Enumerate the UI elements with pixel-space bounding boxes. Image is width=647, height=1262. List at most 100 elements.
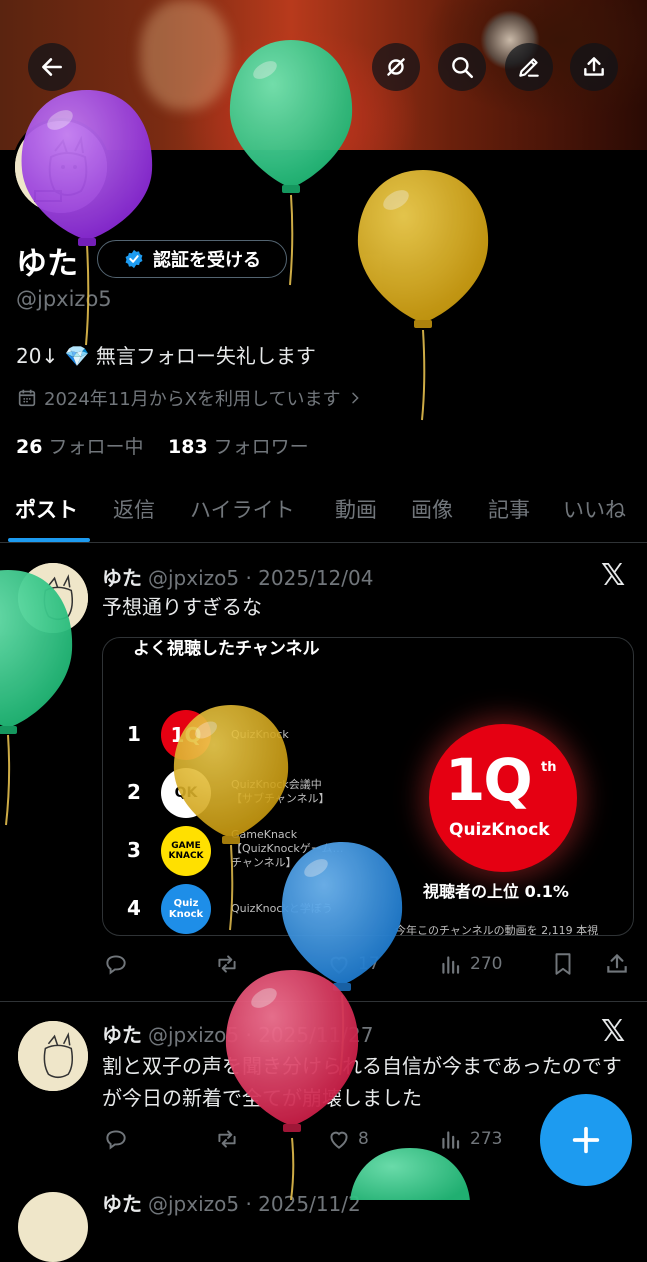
followers-count: 183	[168, 436, 208, 458]
card-title: よく視聴したチャンネル	[133, 639, 320, 659]
edit-button[interactable]	[505, 43, 553, 91]
x-logo-icon: 𝕏	[601, 558, 626, 593]
post-media-card[interactable]: よく視聴したチャンネル 1 1Q QuizKnock 2 QK QuizKnoc…	[102, 637, 634, 936]
no-translate-button[interactable]	[372, 43, 420, 91]
reply-button[interactable]	[103, 951, 129, 977]
share-post-button[interactable]	[604, 951, 630, 977]
logo-sub-text: QuizKnock	[449, 820, 550, 840]
post-author-name: ゆた	[102, 1192, 142, 1216]
views-icon	[442, 956, 460, 974]
logo-main-text: 1Q	[445, 746, 533, 814]
gameknack-logo-icon: GAME KNACK	[161, 826, 211, 876]
tab-replies[interactable]: 返信	[113, 494, 155, 524]
x-logo-icon: 𝕏	[601, 1014, 626, 1049]
cat-drawing-icon	[18, 1021, 88, 1091]
profile-bio: 20↓ 💎 無言フォロー失礼します	[16, 344, 316, 368]
quizknock-kaigi-logo-icon: QK	[161, 768, 211, 818]
channel-rank: 4	[127, 896, 141, 920]
share-icon	[584, 57, 604, 76]
balloon-yellow	[357, 170, 489, 421]
following-link[interactable]: 26 フォロー中	[16, 432, 143, 459]
profile-name: ゆた	[16, 246, 78, 282]
tab-likes[interactable]: いいね	[563, 494, 626, 524]
chevron-right-icon	[351, 392, 359, 404]
calendar-icon	[18, 389, 36, 407]
following-count: 26	[16, 436, 43, 458]
plus-icon	[572, 1126, 600, 1154]
views-button[interactable]: 270	[438, 951, 502, 977]
bookmark-button[interactable]	[550, 951, 576, 977]
post-avatar[interactable]	[18, 1192, 88, 1262]
repost-button[interactable]	[214, 1126, 240, 1152]
back-button[interactable]	[28, 43, 76, 91]
joined-label: 2024年11月からXを利用しています	[44, 389, 341, 410]
repost-icon	[218, 955, 236, 973]
reply-icon	[106, 1130, 126, 1150]
active-tab-indicator	[8, 538, 90, 542]
post-handle-date: @jpxizo5 · 2025/12/04	[148, 566, 374, 590]
banner-decoration	[140, 0, 230, 110]
profile-handle: @jpxizo5	[16, 287, 112, 311]
like-button[interactable]: 17	[326, 951, 380, 977]
bookmark-icon	[555, 953, 571, 975]
reply-icon	[106, 955, 126, 975]
channel-name: GameKnack 【QuizKnockゲーム… チャンネル】	[231, 828, 344, 869]
viewer-rank-text: 視聴者の上位 0.1%	[423, 882, 569, 901]
following-label: フォロー中	[48, 436, 144, 458]
view-count: 273	[470, 1129, 503, 1149]
quizknock-logo-icon: 1Q	[161, 710, 211, 760]
verified-badge-icon	[125, 249, 143, 269]
followers-label: フォロワー	[213, 436, 309, 458]
post-header: ゆた @jpxizo5 · 2025/11/2	[102, 1188, 361, 1217]
post-avatar[interactable]	[18, 563, 88, 633]
search-button[interactable]	[438, 43, 486, 91]
views-icon	[442, 1131, 460, 1149]
quizknock-manabou-logo-icon: Quiz Knock	[161, 884, 211, 934]
tab-posts[interactable]: ポスト	[15, 494, 78, 524]
post-header: ゆた @jpxizo5 · 2025/11/27	[102, 1019, 373, 1048]
get-verified-button[interactable]: 認証を受ける	[97, 240, 287, 278]
tab-highlights[interactable]: ハイライト	[190, 494, 295, 524]
profile-tabs: ポスト 返信 ハイライト 動画 画像 記事 いいね	[0, 486, 647, 543]
card-note: 今年このチャンネルの動画を 2,119 本視	[395, 924, 599, 936]
post-handle-date: @jpxizo5 · 2025/11/2	[148, 1192, 361, 1216]
cat-drawing-icon	[15, 121, 107, 213]
heart-icon	[330, 956, 348, 974]
logo-sup-text: th	[541, 760, 557, 775]
view-count: 270	[470, 954, 503, 974]
search-icon	[452, 57, 474, 79]
post-avatar[interactable]	[18, 1021, 88, 1091]
channel-name: QuizKnock	[231, 728, 289, 741]
post-author-name: ゆた	[102, 566, 142, 590]
like-count: 17	[358, 954, 380, 974]
channel-rank: 3	[127, 838, 141, 862]
repost-icon	[218, 1130, 236, 1148]
edit-icon	[519, 58, 539, 77]
channel-rank: 1	[127, 722, 141, 746]
share-button[interactable]	[570, 43, 618, 91]
views-button[interactable]: 273	[438, 1126, 502, 1152]
tab-videos[interactable]: 動画	[335, 494, 377, 524]
followers-link[interactable]: 183 フォロワー	[168, 432, 309, 459]
repost-button[interactable]	[214, 951, 240, 977]
tab-articles[interactable]: 記事	[488, 494, 530, 524]
heart-icon	[330, 1131, 348, 1149]
share-icon	[607, 954, 627, 973]
joined-date[interactable]: 2024年11月からXを利用しています	[16, 385, 363, 411]
compose-post-button[interactable]	[540, 1094, 632, 1186]
channel-name: QuizKnock会議中 【サブチャンネル】	[231, 778, 330, 805]
post-header: ゆた @jpxizo5 · 2025/12/04	[102, 562, 373, 591]
post-author-name: ゆた	[102, 1023, 142, 1047]
get-verified-label: 認証を受ける	[153, 250, 261, 271]
post-divider	[0, 1001, 647, 1002]
like-count: 8	[358, 1129, 369, 1149]
quizknock-large-logo: 1Q th QuizKnock	[429, 724, 577, 872]
post-text: 予想通りすぎるな	[102, 595, 262, 619]
profile-avatar[interactable]	[12, 118, 110, 216]
balloon-green	[350, 1148, 470, 1200]
like-button[interactable]: 8	[326, 1126, 369, 1152]
tab-images[interactable]: 画像	[411, 494, 453, 524]
channel-name: QuizKnockと学ぼう	[231, 902, 333, 915]
reply-button[interactable]	[103, 1126, 129, 1152]
no-translate-icon	[387, 58, 405, 76]
